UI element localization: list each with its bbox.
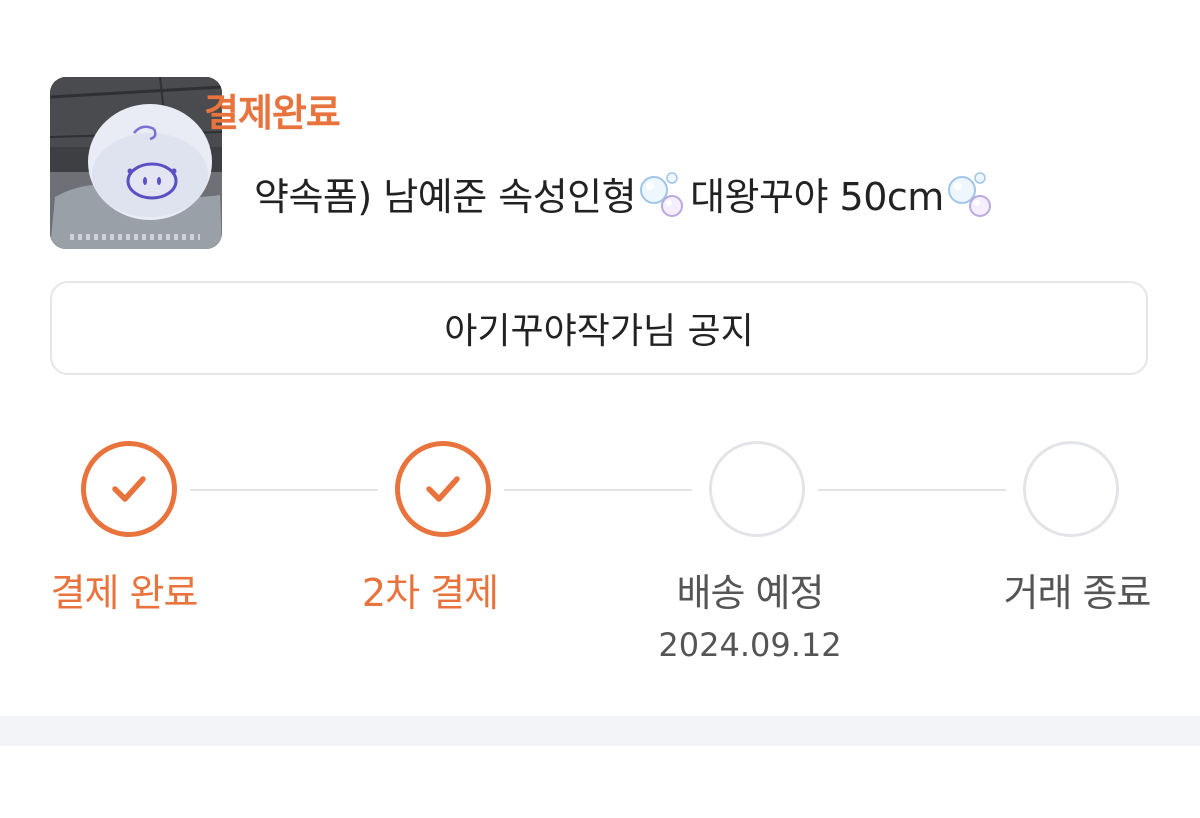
product-thumbnail[interactable] <box>50 77 222 249</box>
check-icon <box>426 476 460 502</box>
product-name[interactable]: 약속폼) 남예준 속성인형 대왕꾸야 50cm <box>254 166 998 221</box>
step-date: 2024.09.12 <box>658 626 842 664</box>
step-label: 결제 완료 <box>50 571 199 615</box>
step-payment-complete <box>81 441 177 537</box>
step-second-payment <box>395 441 491 537</box>
seller-notice-button[interactable]: 아기꾸야작가님 공지 <box>50 281 1148 375</box>
order-status-title: 결제완료 <box>204 91 341 135</box>
bubbles-icon <box>636 168 690 220</box>
progress-connector <box>818 489 1006 491</box>
product-name-text: 약속폼) 남예준 속성인형 <box>254 175 637 219</box>
product-name-suffix: 대왕꾸야 50cm <box>690 175 944 219</box>
bubbles-icon <box>944 168 998 220</box>
check-icon <box>112 476 146 502</box>
step-transaction-closed <box>1023 441 1119 537</box>
step-label: 배송 예정 <box>676 571 825 615</box>
section-divider <box>0 716 1200 746</box>
step-shipping-scheduled <box>709 441 805 537</box>
progress-connector <box>504 489 692 491</box>
progress-connector <box>190 489 378 491</box>
step-label: 2차 결제 <box>361 571 499 615</box>
step-label: 거래 종료 <box>1003 571 1152 615</box>
